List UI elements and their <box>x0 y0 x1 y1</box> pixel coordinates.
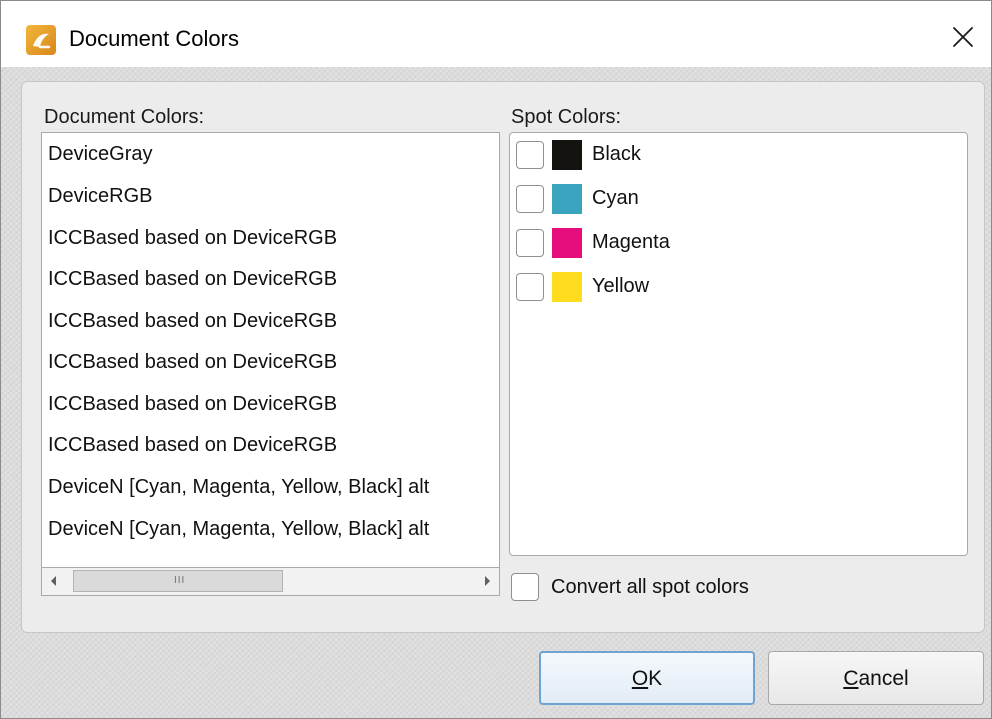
color-swatch <box>552 140 582 170</box>
spot-colors-label: Spot Colors: <box>511 106 622 128</box>
spot-color-item-magenta[interactable]: Magenta <box>516 226 936 258</box>
list-item[interactable]: ICCBased based on DeviceRGB <box>48 309 337 333</box>
spot-color-item-cyan[interactable]: Cyan <box>516 182 936 214</box>
document-colors-label: Document Colors: <box>44 106 205 128</box>
scrollbar-grip: III <box>174 575 186 586</box>
spot-color-checkbox[interactable] <box>516 273 544 301</box>
colors-group-panel: Document Colors: Spot Colors: DeviceGray… <box>21 81 985 633</box>
list-item[interactable]: DeviceN [Cyan, Magenta, Yellow, Black] a… <box>48 475 429 499</box>
scrollbar-thumb[interactable]: III <box>73 570 283 592</box>
dialog-title: Document Colors <box>69 26 239 51</box>
convert-all-spot-colors-option[interactable]: Convert all spot colors <box>511 571 911 603</box>
document-colors-list[interactable]: DeviceGray DeviceRGB ICCBased based on D… <box>41 132 500 568</box>
list-item[interactable]: DeviceN [Cyan, Magenta, Yellow, Black] a… <box>48 517 429 541</box>
ok-mnemonic: O <box>631 667 649 690</box>
spot-color-checkbox[interactable] <box>516 141 544 169</box>
ok-button[interactable]: OK <box>539 651 755 705</box>
list-item[interactable]: ICCBased based on DeviceRGB <box>48 433 337 457</box>
dialog-body: Document Colors: Spot Colors: DeviceGray… <box>1 67 991 718</box>
spot-color-checkbox[interactable] <box>516 229 544 257</box>
list-item[interactable]: ICCBased based on DeviceRGB <box>48 392 337 416</box>
cancel-label-rest: ancel <box>858 667 909 690</box>
app-logo-icon <box>26 25 56 55</box>
spot-colors-list[interactable]: Black Cyan Magenta Yellow <box>509 132 968 556</box>
list-item[interactable]: ICCBased based on DeviceRGB <box>48 350 337 374</box>
spot-color-label: Cyan <box>592 187 639 209</box>
cancel-button[interactable]: Cancel <box>768 651 984 705</box>
color-swatch <box>552 184 582 214</box>
spot-color-checkbox[interactable] <box>516 185 544 213</box>
color-swatch <box>552 228 582 258</box>
cancel-mnemonic: C <box>843 667 859 690</box>
convert-all-label: Convert all spot colors <box>551 576 749 598</box>
list-item[interactable]: DeviceGray <box>48 142 152 166</box>
ok-label-rest: K <box>648 667 663 690</box>
convert-all-checkbox[interactable] <box>511 573 539 601</box>
spot-color-label: Yellow <box>592 275 650 297</box>
color-swatch <box>552 272 582 302</box>
spot-color-label: Black <box>592 143 641 165</box>
list-item[interactable]: ICCBased based on DeviceRGB <box>48 226 337 250</box>
spot-color-item-black[interactable]: Black <box>516 138 936 170</box>
close-icon <box>953 27 973 47</box>
title-bar: Document Colors <box>1 1 991 67</box>
scroll-left-arrow-icon[interactable] <box>45 572 63 590</box>
spot-color-item-yellow[interactable]: Yellow <box>516 270 936 302</box>
list-item[interactable]: ICCBased based on DeviceRGB <box>48 267 337 291</box>
spot-color-label: Magenta <box>592 231 670 253</box>
close-button[interactable] <box>941 17 985 57</box>
list-item[interactable]: DeviceRGB <box>48 184 152 208</box>
document-colors-dialog: Document Colors Document Colors: Spot Co… <box>0 0 992 719</box>
horizontal-scrollbar[interactable]: III <box>41 568 500 596</box>
scroll-right-arrow-icon[interactable] <box>478 572 496 590</box>
